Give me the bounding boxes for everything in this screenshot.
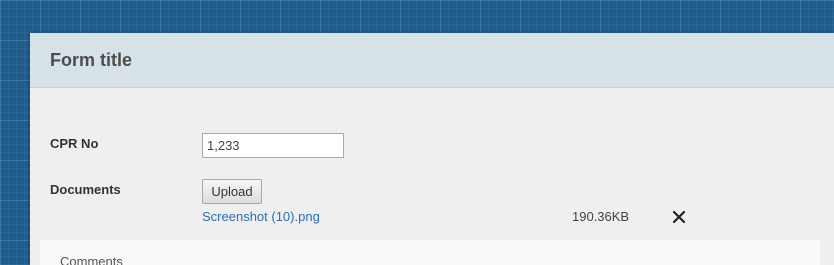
- cpr-input[interactable]: [202, 133, 344, 158]
- uploaded-file-link[interactable]: Screenshot (10).png: [202, 209, 320, 224]
- comments-section: Comments: [40, 240, 820, 265]
- form-header: Form title: [30, 33, 834, 88]
- upload-button[interactable]: Upload: [202, 179, 262, 204]
- close-icon[interactable]: [671, 209, 687, 225]
- documents-label: Documents: [50, 182, 121, 197]
- form-title: Form title: [50, 50, 133, 70]
- comments-label: Comments: [60, 254, 123, 265]
- cpr-label: CPR No: [50, 136, 99, 151]
- file-size: 190.36KB: [572, 209, 630, 224]
- form-panel: Form title CPR No Documents Upload Scree…: [30, 33, 834, 265]
